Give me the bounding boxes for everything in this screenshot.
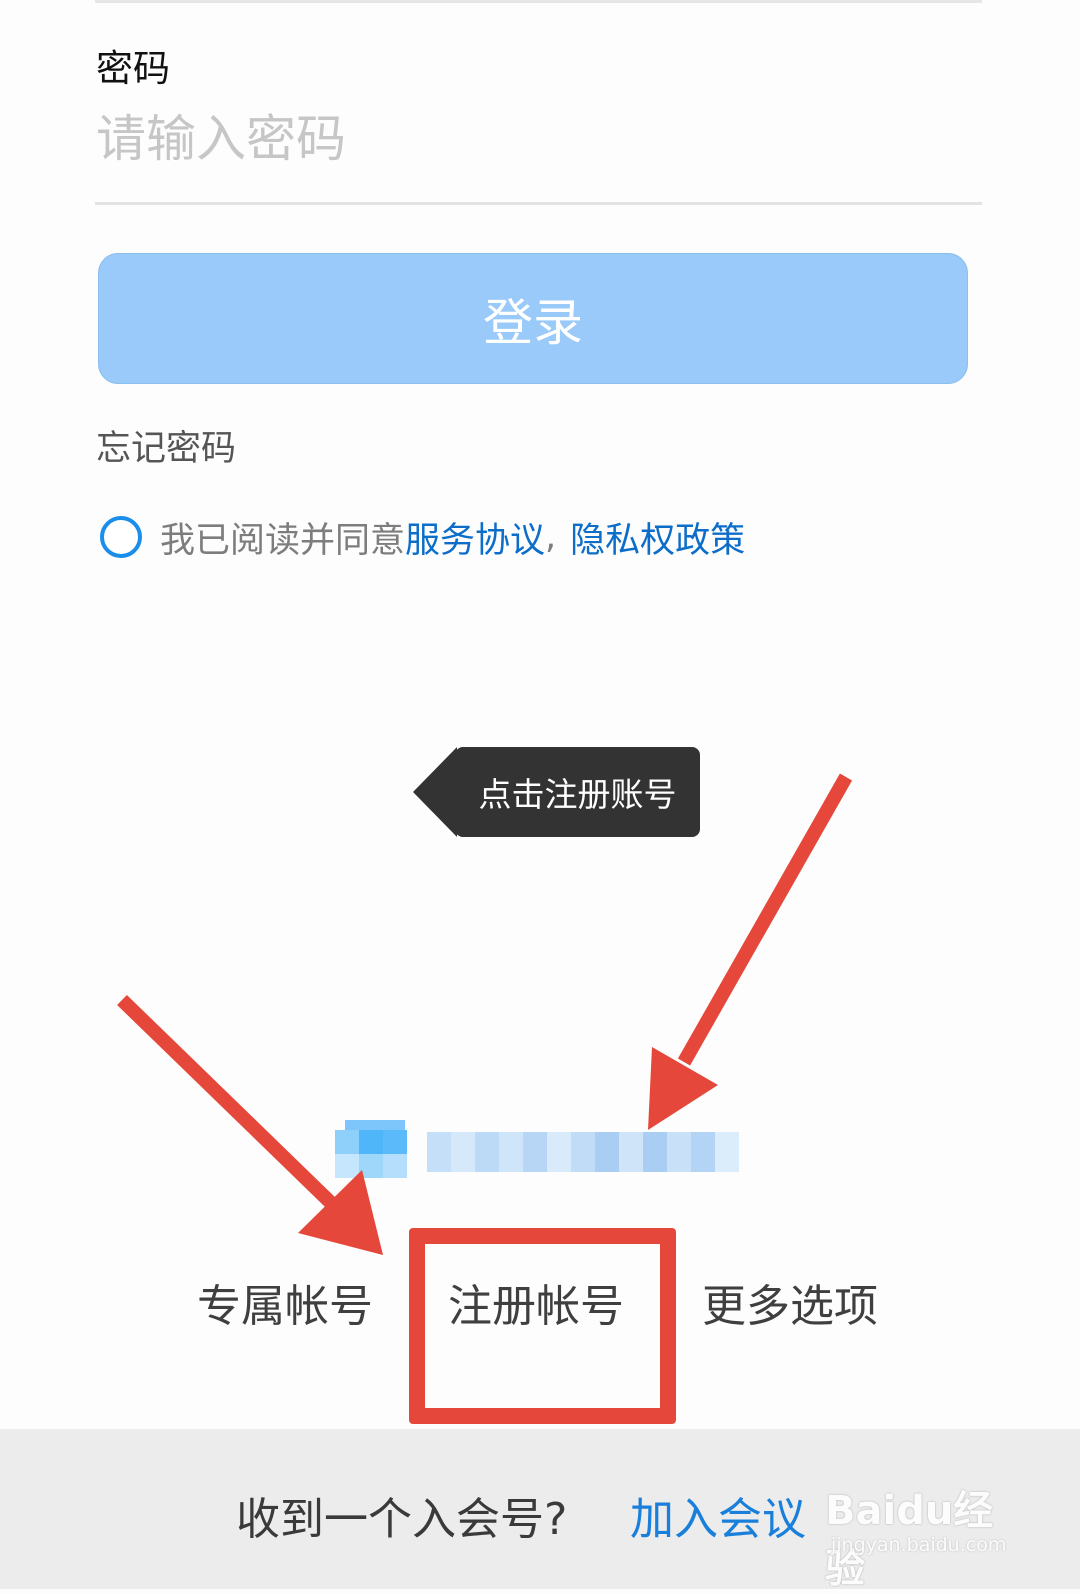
agreement-separator: ,	[545, 517, 557, 557]
password-input[interactable]	[96, 100, 976, 178]
baidu-watermark: Baidu经验 jingyan.baidu.com	[825, 1478, 1025, 1592]
agreement-row: 我已阅读并同意 服务协议 , 隐私权政策	[100, 513, 745, 561]
exclusive-account-option[interactable]: 专属帐号	[197, 1270, 373, 1334]
tooltip-pointer	[413, 747, 457, 837]
login-button[interactable]: 登录	[98, 253, 968, 384]
tooltip-text: 点击注册账号	[478, 775, 677, 814]
join-meeting-link[interactable]: 加入会议	[630, 1483, 806, 1547]
service-agreement-link[interactable]: 服务协议	[405, 512, 545, 563]
password-label: 密码	[96, 47, 170, 90]
agreement-prefix: 我已阅读并同意	[160, 520, 406, 561]
more-options-option[interactable]: 更多选项	[702, 1270, 878, 1334]
tooltip: 点击注册账号	[455, 747, 700, 837]
forgot-password-link[interactable]: 忘记密码	[96, 420, 236, 471]
login-button-label: 登录	[483, 293, 583, 352]
privacy-policy-link[interactable]: 隐私权政策	[570, 512, 745, 563]
watermark-url: jingyan.baidu.com	[831, 1534, 1007, 1556]
blurred-content	[335, 1120, 739, 1178]
top-divider	[95, 0, 982, 3]
annotation-highlight-box	[409, 1228, 676, 1424]
join-question: 收到一个入会号?	[236, 1494, 568, 1545]
radio-unchecked-icon[interactable]	[100, 516, 142, 558]
password-underline	[95, 202, 982, 205]
